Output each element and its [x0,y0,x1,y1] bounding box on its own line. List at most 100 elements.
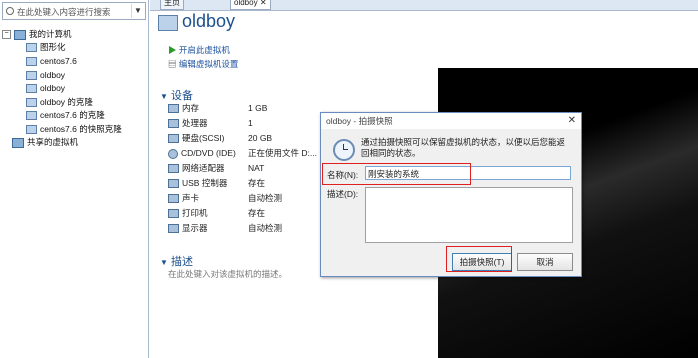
device-name: 处理器 [182,118,208,128]
vm-icon [26,125,37,135]
tab-home[interactable]: 主页 [160,0,184,10]
description-label: 描述(D): [327,189,359,199]
printer-icon [168,209,179,219]
tree-shared-label: 共享的虚拟机 [27,137,79,147]
start-vm-label: 开启此虚拟机 [178,45,230,55]
device-name: 显示器 [182,223,208,233]
tab-vm[interactable]: oldboy ✕ [230,0,271,10]
edit-vm-link[interactable]: ▤ 编辑虚拟机设置 [168,58,238,70]
monitor-icon [168,224,179,234]
close-icon[interactable]: ✕ [568,113,576,129]
device-name: 打印机 [182,208,208,218]
edit-icon: ▤ [168,59,177,69]
cd-icon [168,148,178,159]
device-name: 声卡 [182,193,200,203]
tree-item-label: centos7.6 的快照克隆 [40,124,122,134]
device-cpu[interactable]: 处理器 [168,117,208,129]
computer-icon [14,29,26,40]
device-name: 硬盘(SCSI) [182,133,225,143]
description-heading-label: 描述 [170,256,193,268]
highlight-box [446,246,512,272]
collapse-icon[interactable]: ▼ [160,258,168,267]
dialog-title: oldboy - 拍摄快照 [326,116,393,126]
start-vm-link[interactable]: ▶ 开启此虚拟机 [168,44,230,56]
vm-title-icon [158,15,178,31]
device-memory[interactable]: 内存 [168,102,199,114]
clock-icon [333,139,355,161]
tree-item-label: oldboy [40,70,66,80]
speaker-icon [168,194,179,204]
device-value: 自动检测 [248,223,283,233]
cpu-icon [168,119,179,129]
tree-item-label: centos7.6 的克隆 [40,110,105,120]
snapshot-description-input[interactable] [365,187,573,243]
devices-heading-label: 设备 [170,90,193,102]
description-heading[interactable]: ▼ 描述 [160,253,193,269]
tree-item-label: oldboy [40,83,66,93]
tree-root-label: 我的计算机 [29,29,72,39]
tree-root[interactable]: − 我的计算机 [2,28,72,40]
device-usb[interactable]: USB 控制器 [168,177,227,189]
dialog-titlebar[interactable]: oldboy - 拍摄快照 ✕ [321,113,581,129]
device-disk[interactable]: 硬盘(SCSI) [168,132,225,144]
device-name: 网络适配器 [182,163,225,173]
network-icon [168,164,179,174]
device-value: 存在 [248,178,266,188]
tab-vm-label: oldboy [234,0,258,7]
vm-icon [26,111,37,121]
collapse-icon[interactable]: ▼ [160,92,168,101]
tab-bar: 主页 oldboy ✕ [150,0,698,11]
vm-icon [26,98,37,108]
device-printer[interactable]: 打印机 [168,207,208,219]
tree-item[interactable]: oldboy [26,69,65,81]
device-cdrom[interactable]: CD/DVD (IDE) [168,147,236,159]
device-value: 20 GB [248,133,273,143]
vm-icon [26,43,37,53]
close-icon[interactable]: ✕ [260,0,267,7]
cancel-button[interactable]: 取消 [517,253,573,271]
page-title: oldboy [182,11,236,31]
device-value: 1 GB [248,103,268,113]
search-placeholder: 在此处键入内容进行搜索 [17,7,111,17]
device-value: NAT [248,163,265,173]
tree-item[interactable]: centos7.6 的克隆 [26,109,105,121]
device-value: 存在 [248,208,266,218]
tree-item-label: 图形化 [40,42,66,52]
search-input[interactable]: 在此处键入内容进行搜索 ▼ [2,2,146,20]
tree-item[interactable]: 图形化 [26,41,66,53]
highlight-box [322,163,471,185]
tree-item[interactable]: centos7.6 的快照克隆 [26,123,122,135]
device-name: CD/DVD (IDE) [181,148,236,158]
vm-icon [26,71,37,81]
devices-heading[interactable]: ▼ 设备 [160,87,193,103]
device-sound[interactable]: 声卡 [168,192,199,204]
library-pane: 在此处键入内容进行搜索 ▼ − 我的计算机 图形化 centos7.6 oldbo… [0,0,149,358]
collapse-icon[interactable]: − [2,30,11,40]
description-field[interactable]: 在此处键入对该虚拟机的描述。 [168,268,287,280]
disk-icon [168,134,179,144]
vm-icon [26,84,37,94]
tree-item-label: centos7.6 [40,56,77,66]
device-name: 内存 [182,103,200,113]
usb-icon [168,179,179,189]
tree-shared[interactable]: 共享的虚拟机 [12,136,78,148]
device-value: 自动检测 [248,193,283,203]
edit-vm-label: 编辑虚拟机设置 [178,59,239,69]
tab-home-label: 主页 [164,0,180,7]
device-display[interactable]: 显示器 [168,222,208,234]
tree-item-label: oldboy 的克隆 [40,97,93,107]
play-icon: ▶ [168,45,177,55]
tree-item[interactable]: oldboy 的克隆 [26,96,93,108]
vm-icon [26,57,37,67]
shared-vms-icon [12,137,24,148]
device-name: USB 控制器 [182,178,228,188]
memory-icon [168,104,179,114]
tree-item[interactable]: oldboy [26,82,65,94]
dialog-message: 通过拍摄快照可以保留虚拟机的状态，以便以后您能返回相同的状态。 [361,137,566,158]
search-icon [6,7,14,15]
tree-item[interactable]: centos7.6 [26,55,77,67]
device-value: 1 [248,118,253,128]
chevron-down-icon[interactable]: ▼ [131,4,144,18]
device-network[interactable]: 网络适配器 [168,162,225,174]
device-value: 正在使用文件 D:... [248,148,317,158]
